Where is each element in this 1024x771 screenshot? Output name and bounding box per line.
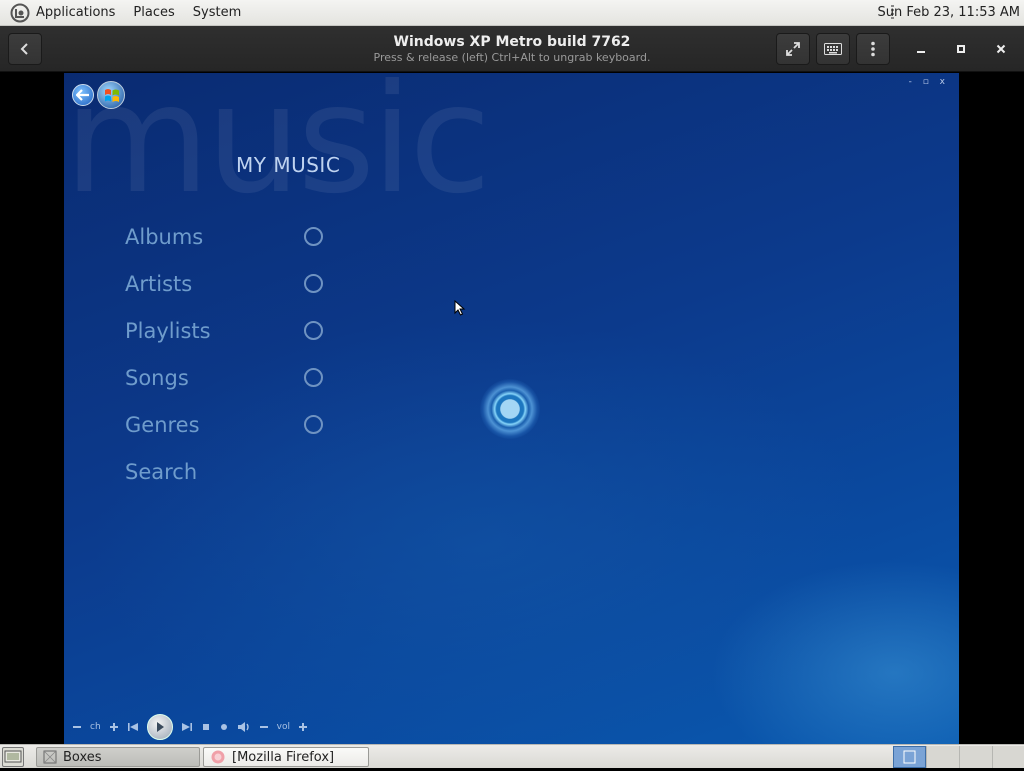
places-menu[interactable]: Places bbox=[124, 0, 183, 26]
distro-logo-icon bbox=[10, 3, 30, 22]
channel-down-icon[interactable] bbox=[72, 722, 82, 732]
loading-spinner bbox=[480, 379, 540, 439]
desktop-icon bbox=[4, 750, 22, 763]
workspace-2[interactable] bbox=[926, 746, 959, 768]
volume-up-icon[interactable] bbox=[298, 722, 308, 732]
nav-item-albums[interactable]: Albums bbox=[125, 213, 335, 260]
section-watermark: music bbox=[64, 73, 491, 227]
nav-item-label: Genres bbox=[125, 412, 200, 437]
task-label: [Mozilla Firefox] bbox=[232, 749, 335, 765]
workspace-4[interactable] bbox=[992, 746, 1024, 768]
close-icon bbox=[996, 44, 1006, 54]
channel-label: ch bbox=[90, 722, 101, 732]
applications-menu-label: Applications bbox=[36, 4, 116, 20]
stop-icon[interactable] bbox=[201, 722, 211, 732]
minimize-icon bbox=[917, 51, 925, 53]
fullscreen-icon bbox=[786, 42, 800, 56]
minimize-button[interactable] bbox=[906, 34, 936, 64]
music-nav-list: Albums Artists Playlists Songs Genres Se… bbox=[125, 213, 335, 495]
record-icon[interactable] bbox=[219, 722, 229, 732]
nav-item-indicator bbox=[304, 321, 323, 340]
nav-item-indicator bbox=[304, 274, 323, 293]
nav-item-indicator bbox=[304, 368, 323, 387]
nav-item-songs[interactable]: Songs bbox=[125, 354, 335, 401]
top-panel: Applications Places System Sun Feb 23, 1… bbox=[0, 0, 1024, 26]
nav-item-label: Artists bbox=[125, 271, 193, 296]
options-menu-button[interactable] bbox=[856, 33, 890, 65]
nav-item-genres[interactable]: Genres bbox=[125, 401, 335, 448]
task-firefox[interactable]: [Mozilla Firefox] bbox=[203, 747, 369, 767]
volume-label: vol bbox=[276, 722, 290, 732]
vertical-dots-icon bbox=[871, 41, 875, 57]
fullscreen-button[interactable] bbox=[776, 33, 810, 65]
nav-item-artists[interactable]: Artists bbox=[125, 260, 335, 307]
task-boxes[interactable]: Boxes bbox=[36, 747, 200, 767]
play-button[interactable] bbox=[146, 714, 173, 740]
clock[interactable]: Sun Feb 23, 11:53 AM bbox=[877, 0, 1020, 26]
arrow-left-icon bbox=[76, 89, 89, 101]
window-title: Windows XP Metro build 7762 bbox=[393, 34, 631, 50]
skip-forward-icon[interactable] bbox=[181, 722, 193, 732]
vm-window-controls[interactable]: - ▫ x bbox=[909, 77, 949, 87]
media-center-back-button[interactable] bbox=[72, 84, 94, 106]
applications-menu[interactable]: Applications bbox=[0, 0, 124, 26]
workspace-1[interactable] bbox=[893, 746, 926, 768]
transport-controls: ch vol bbox=[68, 714, 312, 740]
maximize-icon bbox=[957, 45, 965, 53]
back-button[interactable] bbox=[8, 33, 42, 65]
page-title: MY MUSIC bbox=[236, 153, 341, 177]
system-menu[interactable]: System bbox=[184, 0, 250, 26]
volume-down-icon[interactable] bbox=[259, 722, 269, 732]
chevron-left-icon bbox=[20, 43, 28, 55]
channel-up-icon[interactable] bbox=[109, 722, 119, 732]
keyboard-icon bbox=[824, 43, 842, 55]
workspace-3[interactable] bbox=[959, 746, 992, 768]
nav-item-label: Songs bbox=[125, 365, 189, 390]
nav-item-label: Albums bbox=[125, 224, 204, 249]
nav-item-indicator bbox=[304, 227, 323, 246]
nav-item-indicator bbox=[304, 415, 323, 434]
play-icon bbox=[156, 722, 164, 732]
firefox-icon bbox=[211, 750, 225, 764]
window-subtitle: Press & release (left) Ctrl+Alt to ungra… bbox=[373, 51, 651, 64]
boxes-headerbar: Windows XP Metro build 7762 Press & rele… bbox=[0, 26, 1024, 72]
workspace-window-icon bbox=[903, 750, 916, 764]
skip-back-icon[interactable] bbox=[127, 722, 139, 732]
keyboard-button[interactable] bbox=[816, 33, 850, 65]
close-button[interactable] bbox=[986, 34, 1016, 64]
mouse-cursor-icon bbox=[454, 300, 466, 316]
mute-icon[interactable] bbox=[237, 721, 251, 733]
vm-display[interactable]: music - ▫ x MY MUSIC Albums Artists Play… bbox=[64, 73, 959, 744]
task-label: Boxes bbox=[63, 749, 102, 765]
show-desktop-button[interactable] bbox=[2, 747, 24, 767]
maximize-button[interactable] bbox=[946, 34, 976, 64]
nav-item-playlists[interactable]: Playlists bbox=[125, 307, 335, 354]
boxes-app-icon bbox=[43, 750, 57, 764]
nav-item-search[interactable]: Search bbox=[125, 448, 335, 495]
windows-start-button[interactable] bbox=[97, 81, 125, 109]
nav-item-label: Search bbox=[125, 459, 198, 484]
nav-item-label: Playlists bbox=[125, 318, 211, 343]
bottom-taskbar: Boxes [Mozilla Firefox] bbox=[0, 744, 1024, 768]
